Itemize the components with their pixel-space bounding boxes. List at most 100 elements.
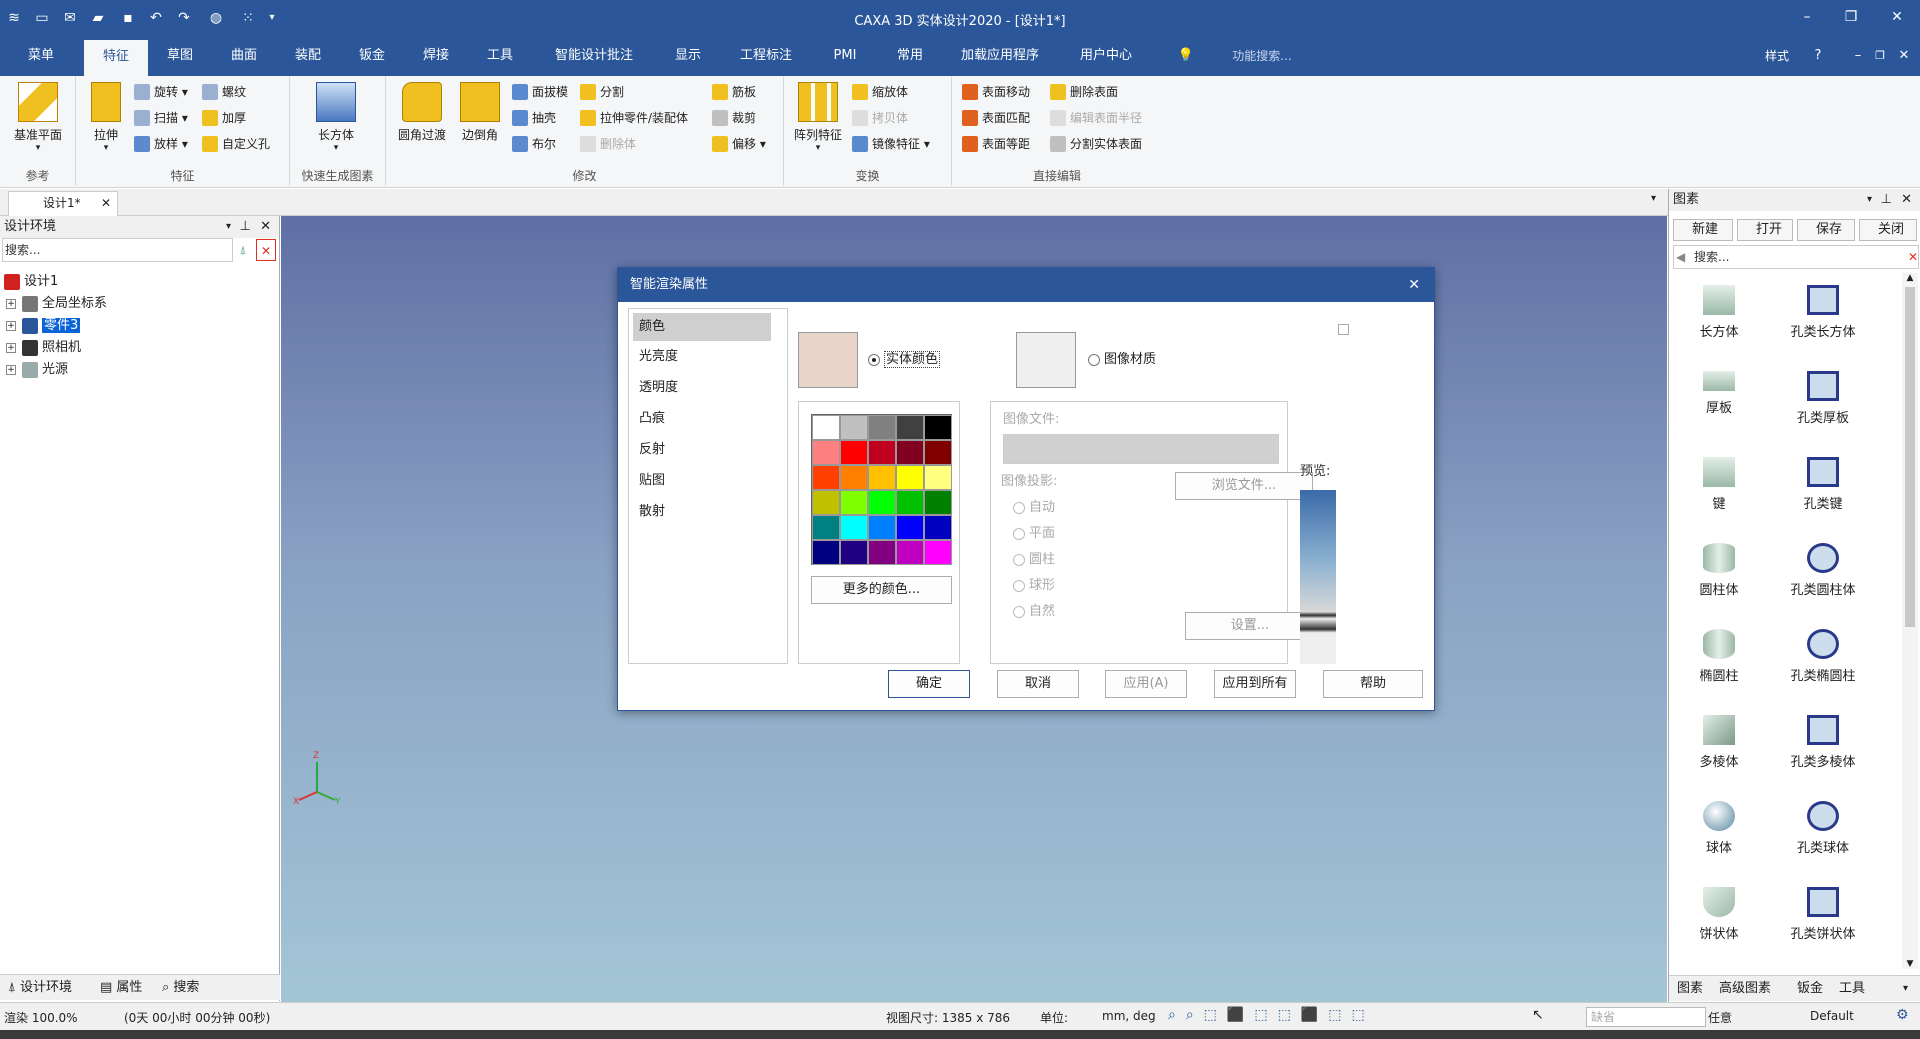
- chamfer-button[interactable]: 边倒角: [454, 82, 506, 143]
- close-tab-icon[interactable]: ✕: [101, 192, 111, 214]
- tab-weld[interactable]: 焊接: [408, 36, 464, 76]
- pin-icon[interactable]: ⊥: [240, 216, 251, 238]
- tab-list-dropdown-icon[interactable]: ▾: [1651, 193, 1656, 204]
- scheme-combo[interactable]: Default: [1810, 1009, 1854, 1023]
- tab-feature[interactable]: 特征: [84, 40, 148, 76]
- doc-minimize-icon[interactable]: –: [1850, 36, 1866, 76]
- shell-button[interactable]: 抽壳: [510, 108, 556, 128]
- feature-search-input[interactable]: 功能搜索...: [1212, 36, 1312, 76]
- scroll-down-icon[interactable]: ▼: [1902, 959, 1918, 969]
- tab-elements[interactable]: 图素: [1677, 976, 1703, 1002]
- tab-tools[interactable]: 工具: [472, 36, 528, 76]
- solid-color-radio[interactable]: 实体颜色: [868, 348, 941, 368]
- nav-texture[interactable]: 贴图: [633, 467, 773, 495]
- tree-node-part[interactable]: + 零件3: [6, 316, 81, 336]
- tab-sheetmetal[interactable]: 钣金: [344, 36, 400, 76]
- doc-restore-icon[interactable]: ❐: [1872, 36, 1888, 76]
- move-face-button[interactable]: 表面移动: [960, 82, 1030, 102]
- style-dropdown[interactable]: 样式: [1752, 36, 1802, 76]
- tab-tools[interactable]: 工具: [1839, 976, 1865, 1002]
- color-swatch[interactable]: [924, 465, 952, 490]
- color-swatch[interactable]: [896, 465, 924, 490]
- scale-body-button[interactable]: 缩放体: [850, 82, 908, 102]
- library-item[interactable]: 椭圆柱: [1669, 629, 1769, 684]
- thread-button[interactable]: 螺纹: [200, 82, 246, 102]
- library-item[interactable]: 厚板: [1669, 371, 1769, 416]
- library-item[interactable]: 孔类球体: [1773, 801, 1873, 856]
- library-item[interactable]: 孔类椭圆柱: [1773, 629, 1873, 684]
- filter-icon[interactable]: ⍋: [234, 239, 252, 261]
- image-file-input[interactable]: [1003, 434, 1279, 464]
- library-item[interactable]: 孔类长方体: [1773, 285, 1873, 340]
- nav-reflection[interactable]: 反射: [633, 436, 773, 464]
- scroll-up-icon[interactable]: ▲: [1902, 273, 1918, 283]
- panel-close-icon[interactable]: ✕: [1901, 189, 1912, 211]
- projection-settings-button[interactable]: 设置...: [1185, 612, 1315, 640]
- draft-face-button[interactable]: 面拔模: [510, 82, 568, 102]
- revolve-button[interactable]: 旋转 ▾: [132, 82, 188, 102]
- tab-pmi[interactable]: PMI: [822, 36, 868, 76]
- tree-node-camera[interactable]: + 照相机: [6, 338, 81, 358]
- rib-button[interactable]: 筋板: [710, 82, 756, 102]
- more-colors-button[interactable]: 更多的颜色...: [811, 576, 952, 604]
- split-button[interactable]: 分割: [578, 82, 624, 102]
- match-face-button[interactable]: 表面匹配: [960, 108, 1030, 128]
- fillet-button[interactable]: 圆角过渡: [392, 82, 452, 143]
- offset-face-button[interactable]: 表面等距: [960, 134, 1030, 154]
- expand-icon[interactable]: +: [6, 364, 16, 375]
- nav-color[interactable]: 颜色: [633, 313, 771, 341]
- image-material-radio[interactable]: 图像材质: [1088, 348, 1156, 367]
- proj-cylinder-radio[interactable]: 圆柱: [1013, 550, 1055, 570]
- library-search-input[interactable]: ◀ 搜索... ✕: [1673, 245, 1919, 269]
- panel-menu-icon[interactable]: ▾: [1867, 189, 1872, 211]
- doc-close-icon[interactable]: ✕: [1896, 36, 1912, 76]
- color-swatch[interactable]: [896, 440, 924, 465]
- library-item[interactable]: 孔类多棱体: [1773, 715, 1873, 770]
- library-item[interactable]: 多棱体: [1669, 715, 1769, 770]
- apply-button[interactable]: 应用(A): [1105, 670, 1187, 698]
- restore-button[interactable]: ❐: [1836, 6, 1866, 28]
- expand-icon[interactable]: +: [6, 342, 16, 353]
- library-scrollbar[interactable]: ▲ ▼: [1902, 273, 1918, 969]
- tabs-dropdown-icon[interactable]: ▾: [1903, 976, 1908, 1002]
- scroll-thumb[interactable]: [1905, 287, 1915, 627]
- help-button[interactable]: 帮助: [1323, 670, 1423, 698]
- unit-value[interactable]: mm, deg: [1102, 1009, 1156, 1023]
- library-item[interactable]: 球体: [1669, 801, 1769, 856]
- tab-common[interactable]: 常用: [884, 36, 936, 76]
- color-swatch[interactable]: [924, 490, 952, 515]
- color-swatch[interactable]: [840, 540, 868, 565]
- color-swatch[interactable]: [840, 515, 868, 540]
- open-library-button[interactable]: 打开: [1737, 219, 1793, 241]
- color-swatch[interactable]: [812, 490, 840, 515]
- tree-search-input[interactable]: 搜索... ✕ ⍋: [2, 238, 276, 262]
- color-swatch[interactable]: [924, 415, 952, 440]
- tab-menu[interactable]: 菜单: [10, 36, 72, 76]
- library-item[interactable]: 饼状体: [1669, 887, 1769, 942]
- color-swatch[interactable]: [840, 490, 868, 515]
- expand-icon[interactable]: +: [6, 320, 16, 331]
- library-item[interactable]: 孔类键: [1773, 457, 1873, 512]
- color-swatch[interactable]: [896, 415, 924, 440]
- extrude-part-button[interactable]: 拉伸零件/装配体: [578, 108, 688, 128]
- tab-user-center[interactable]: 用户中心: [1070, 36, 1142, 76]
- help-icon[interactable]: ?: [1808, 36, 1828, 76]
- pick-filter-combo[interactable]: 任意: [1708, 1009, 1732, 1026]
- tab-advanced-elements[interactable]: 高级图素: [1719, 976, 1771, 1002]
- save-library-button[interactable]: 保存: [1797, 219, 1855, 241]
- box-button[interactable]: 长方体 ▾: [304, 82, 368, 153]
- tab-display[interactable]: 显示: [662, 36, 714, 76]
- panel-menu-icon[interactable]: ▾: [226, 216, 231, 238]
- edit-face-radius-button[interactable]: 编辑表面半径: [1048, 108, 1142, 128]
- thicken-button[interactable]: 加厚: [200, 108, 246, 128]
- proj-natural-radio[interactable]: 自然: [1013, 602, 1055, 622]
- tab-search[interactable]: ⌕ 搜索: [162, 975, 199, 1001]
- color-swatch[interactable]: [812, 415, 840, 440]
- panel-close-icon[interactable]: ✕: [260, 216, 271, 238]
- dialog-close-icon[interactable]: ✕: [1408, 268, 1420, 302]
- tree-node-design[interactable]: 设计1: [4, 272, 58, 292]
- nav-bump[interactable]: 凸痕: [633, 405, 773, 433]
- tab-sheetmetal[interactable]: 钣金: [1797, 976, 1823, 1002]
- color-swatch[interactable]: [924, 515, 952, 540]
- tree-node-light[interactable]: + 光源: [6, 360, 68, 380]
